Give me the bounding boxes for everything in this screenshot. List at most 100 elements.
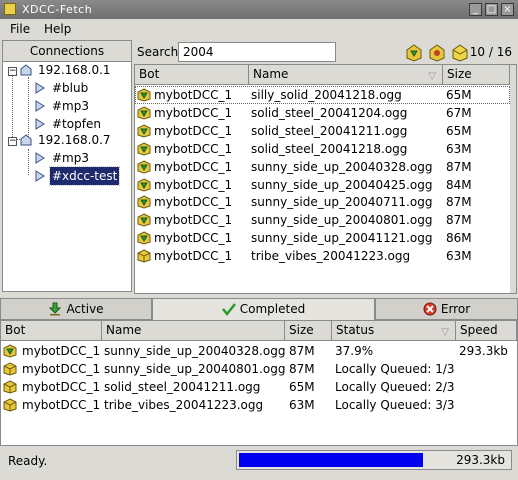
title-bar[interactable]: XDCC-Fetch _ □ × bbox=[0, 0, 518, 19]
tree-label: #mp3 bbox=[52, 99, 89, 113]
cell-bot: mybotDCC_1 bbox=[154, 195, 233, 210]
cell-name: silly_solid_20041218.ogg bbox=[251, 88, 402, 102]
cell-status: Locally Queued: 3/3 bbox=[335, 398, 455, 412]
search-input[interactable] bbox=[178, 42, 336, 62]
cell-name: sunny_side_up_20041121.ogg bbox=[251, 231, 433, 246]
table-row[interactable]: mybotDCC_1 silly_solid_20041218.ogg 65M bbox=[135, 86, 510, 104]
tree-channel[interactable]: #blub bbox=[33, 79, 90, 97]
table-row[interactable]: mybotDCC_1 sunny_side_up_20040801.ogg 87M bbox=[135, 211, 510, 229]
table-row[interactable]: mybotDCC_1 solid_steel_20041218.ogg 63M bbox=[135, 140, 510, 158]
tree-label: 192.168.0.1 bbox=[38, 63, 111, 77]
bot-queued-icon bbox=[137, 249, 151, 263]
bot-ready-icon bbox=[137, 213, 151, 227]
expand-toggle-icon[interactable]: − bbox=[8, 137, 17, 146]
tree-label: #mp3 bbox=[52, 151, 89, 165]
tab-completed[interactable]: Completed bbox=[152, 298, 375, 320]
column-header-speed[interactable]: Speed bbox=[456, 321, 517, 341]
maximize-button[interactable]: □ bbox=[485, 3, 498, 16]
download-icon bbox=[49, 302, 62, 316]
close-button[interactable]: × bbox=[501, 3, 514, 16]
channel-icon bbox=[35, 82, 45, 94]
table-row[interactable]: mybotDCC_1 sunny_side_up_20040711.ogg 87M bbox=[135, 193, 510, 211]
column-header-size[interactable]: Size bbox=[443, 65, 510, 85]
cell-size: 63M bbox=[289, 398, 315, 412]
table-row[interactable]: mybotDCC_1 sunny_side_up_20040425.ogg 84M bbox=[135, 176, 510, 194]
cell-size: 84M bbox=[446, 177, 472, 192]
cell-bot: mybotDCC_1 bbox=[22, 380, 101, 394]
window-title: XDCC-Fetch bbox=[22, 3, 93, 16]
menu-file[interactable]: File bbox=[10, 22, 30, 36]
bot-ready-icon bbox=[137, 124, 151, 138]
bot-ready-icon bbox=[137, 106, 151, 120]
minimize-button[interactable]: _ bbox=[469, 3, 482, 16]
table-row[interactable]: mybotDCC_1 sunny_side_up_20040801.ogg 87M L… bbox=[1, 360, 517, 378]
expand-toggle-icon[interactable]: − bbox=[8, 67, 17, 76]
table-row[interactable]: mybotDCC_1 solid_steel_20041204.ogg 67M bbox=[135, 104, 510, 122]
column-header-label: Name bbox=[253, 67, 289, 81]
table-row[interactable]: mybotDCC_1 tribe_vibes_20041223.ogg 63M bbox=[135, 247, 510, 265]
scrollbar[interactable] bbox=[510, 65, 516, 293]
channel-icon bbox=[35, 100, 45, 112]
tab-label: Error bbox=[440, 302, 471, 316]
tree-channel[interactable]: #mp3 bbox=[33, 149, 91, 167]
table-row[interactable]: mybotDCC_1 sunny_side_up_20041121.ogg 86M bbox=[135, 229, 510, 247]
cell-name: sunny_side_up_20040328.ogg bbox=[104, 344, 286, 358]
bot-queued-icon bbox=[3, 362, 17, 376]
results-counter: 10 / 16 bbox=[469, 45, 512, 59]
column-header-name[interactable]: Name ▽ bbox=[249, 65, 443, 85]
table-row[interactable]: mybotDCC_1 solid_steel_20041211.ogg 65M Loc… bbox=[1, 378, 517, 396]
cell-size: 65M bbox=[446, 123, 472, 138]
tree-channel[interactable]: #mp3 bbox=[33, 97, 91, 115]
tab-error[interactable]: Error bbox=[375, 298, 518, 320]
cell-bot: mybotDCC_1 bbox=[154, 213, 233, 228]
cell-bot: mybotDCC_1 bbox=[154, 177, 233, 192]
cell-size: 87M bbox=[289, 344, 315, 358]
tree-label: #xdcc-test bbox=[48, 166, 121, 186]
error-icon bbox=[423, 302, 437, 316]
cell-status: Locally Queued: 2/3 bbox=[335, 380, 455, 394]
table-row[interactable]: mybotDCC_1 sunny_side_up_20040328.ogg 87M 3… bbox=[1, 342, 517, 360]
column-header-bot[interactable]: Bot bbox=[135, 65, 249, 85]
results-table: Bot Name ▽ Size mybotDCC_1 silly_solid_20… bbox=[134, 64, 517, 294]
cell-name: solid_steel_20041211.ogg bbox=[104, 380, 261, 394]
cell-size: 65M bbox=[289, 380, 315, 394]
queue-icon[interactable] bbox=[427, 42, 447, 62]
tab-label: Active bbox=[66, 302, 104, 316]
bot-ready-icon bbox=[137, 195, 151, 209]
cell-name: sunny_side_up_20040425.ogg bbox=[251, 177, 433, 192]
tree-server[interactable]: 192.168.0.1 bbox=[19, 61, 113, 79]
bot-ready-icon bbox=[3, 344, 17, 358]
cell-size: 87M bbox=[289, 362, 315, 376]
cell-size: 86M bbox=[446, 231, 472, 246]
tree-channel-selected[interactable]: #xdcc-test bbox=[33, 166, 121, 186]
package-icon[interactable] bbox=[450, 42, 470, 62]
tab-active[interactable]: Active bbox=[0, 298, 152, 320]
bot-ready-icon bbox=[137, 177, 151, 192]
cell-name: tribe_vibes_20041223.ogg bbox=[104, 398, 264, 412]
cell-bot: mybotDCC_1 bbox=[22, 398, 101, 412]
column-header-size[interactable]: Size bbox=[285, 321, 332, 341]
menu-help[interactable]: Help bbox=[44, 22, 71, 36]
download-icon[interactable] bbox=[404, 42, 424, 62]
cell-bot: mybotDCC_1 bbox=[22, 362, 101, 376]
cell-status: 37.9% bbox=[335, 344, 374, 358]
column-header-status[interactable]: Status ▽ bbox=[332, 321, 456, 341]
channel-icon bbox=[35, 152, 45, 164]
app-window: XDCC-Fetch _ □ × File Help Connections −… bbox=[0, 0, 518, 480]
table-row[interactable]: mybotDCC_1 tribe_vibes_20041223.ogg 63M Loc… bbox=[1, 396, 517, 414]
connections-header[interactable]: Connections bbox=[3, 41, 131, 62]
cell-name: sunny_side_up_20040711.ogg bbox=[251, 195, 433, 210]
cell-bot: mybotDCC_1 bbox=[154, 88, 233, 102]
table-row[interactable]: mybotDCC_1 sunny_side_up_20040328.ogg 87M bbox=[135, 158, 510, 176]
tree-server[interactable]: 192.168.0.7 bbox=[19, 131, 113, 149]
app-icon bbox=[4, 3, 16, 15]
column-header-name[interactable]: Name bbox=[102, 321, 285, 341]
table-row[interactable]: mybotDCC_1 solid_steel_20041211.ogg 65M bbox=[135, 122, 510, 140]
column-header-bot[interactable]: Bot bbox=[1, 321, 102, 341]
cell-bot: mybotDCC_1 bbox=[154, 249, 233, 264]
column-header-label: Status bbox=[336, 323, 375, 337]
cell-name: solid_steel_20041211.ogg bbox=[251, 123, 408, 138]
checkmark-icon bbox=[221, 303, 236, 316]
connections-panel: Connections − 192.168.0.1 #blub #mp3 #to… bbox=[2, 40, 132, 292]
cell-name: solid_steel_20041218.ogg bbox=[251, 141, 408, 156]
